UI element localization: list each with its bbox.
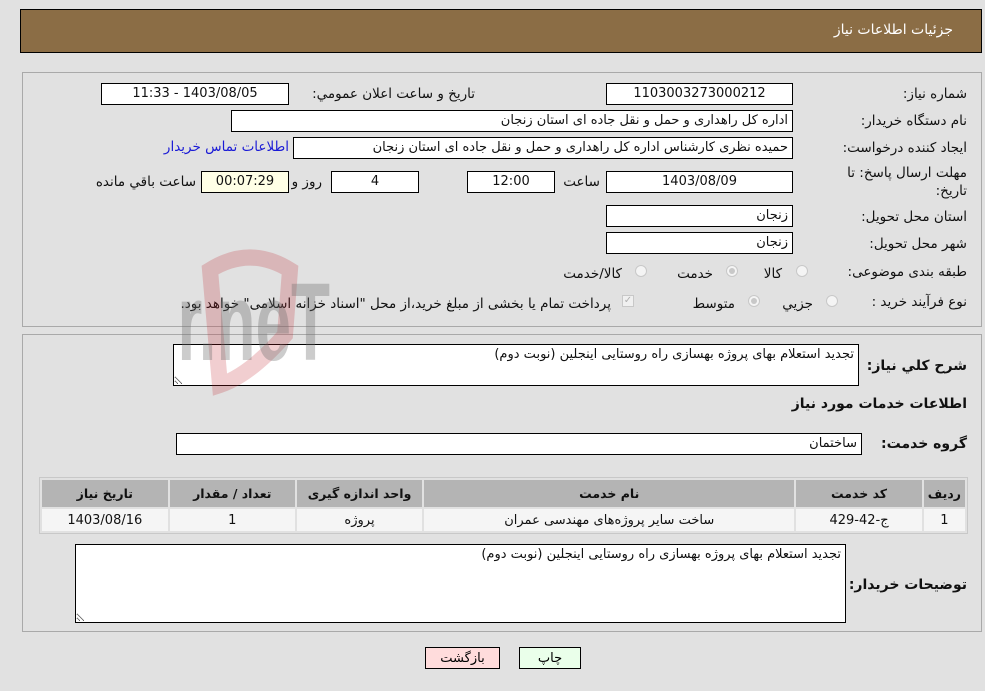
delivery-city-field[interactable]: زنجان <box>606 232 793 254</box>
need-number-field[interactable]: 1103003273000212 <box>606 83 793 105</box>
buyer-org-field[interactable]: اداره کل راهداری و حمل و نقل جاده ای است… <box>231 110 793 132</box>
buyer-notes-label: توضیحات خریدار: <box>848 577 967 593</box>
deadline-time-field[interactable]: 12:00 <box>467 171 555 193</box>
description-label: شرح کلي نیاز: <box>866 358 967 374</box>
process-radio-medium[interactable] <box>748 295 760 307</box>
service-group-label: گروه خدمت: <box>881 436 967 452</box>
time-remaining-label: ساعت باقي مانده <box>95 174 196 190</box>
process-option-medium: متوسط <box>692 296 735 312</box>
announce-datetime-field[interactable]: 1403/08/05 - 11:33 <box>101 83 289 105</box>
buyer-org-label: نام دستگاه خریدار: <box>860 113 967 129</box>
deadline-label: مهلت ارسال پاسخ: تا تاریخ: <box>847 165 967 199</box>
treasury-checkbox-label: پرداخت تمام یا بخشی از مبلغ خرید،از محل … <box>180 296 611 312</box>
announce-datetime-label: تاریخ و ساعت اعلان عمومي: <box>312 86 475 102</box>
purchase-process-label: نوع فرآیند خرید : <box>871 294 967 310</box>
page-header: جزئیات اطلاعات نیاز <box>20 9 982 53</box>
buyer-contact-link[interactable]: اطلاعات تماس خریدار <box>164 139 289 155</box>
cell-unit: پروژه <box>296 509 423 531</box>
deadline-date-field[interactable]: 1403/08/09 <box>606 171 793 193</box>
col-quantity: تعداد / مقدار <box>169 480 295 507</box>
cell-service-name: ساخت سایر پروژه‌های مهندسی عمران <box>424 509 795 531</box>
requester-field[interactable]: حمیده نظری کارشناس اداره کل راهداری و حم… <box>293 137 793 159</box>
process-radio-minor[interactable] <box>826 295 838 307</box>
process-option-minor: جزيي <box>782 296 813 312</box>
category-option-goods-service: کالا/خدمت <box>563 266 622 282</box>
back-button[interactable]: بازگشت <box>425 647 500 669</box>
page-title: جزئیات اطلاعات نیاز <box>833 22 953 38</box>
days-label: روز و <box>291 174 322 190</box>
service-group-field[interactable]: ساختمان <box>176 433 862 455</box>
time-remaining-field: 00:07:29 <box>201 171 289 193</box>
delivery-province-field[interactable]: زنجان <box>606 205 793 227</box>
cell-row-number: 1 <box>923 509 965 531</box>
need-number-label: شماره نیاز: <box>902 86 967 102</box>
delivery-province-label: استان محل تحویل: <box>861 209 967 225</box>
days-remaining-field: 4 <box>331 171 419 193</box>
services-table: ردیف کد خدمت نام خدمت واحد اندازه گیری ت… <box>39 477 968 534</box>
category-option-goods: کالا <box>763 266 782 282</box>
requester-label: ایجاد کننده درخواست: <box>842 140 967 156</box>
category-radio-goods[interactable] <box>796 265 808 277</box>
services-section-title: اطلاعات خدمات مورد نیاز <box>791 396 967 412</box>
cell-quantity: 1 <box>169 509 295 531</box>
category-label: طبقه بندی موضوعی: <box>847 264 967 280</box>
col-unit: واحد اندازه گیری <box>296 480 423 507</box>
cell-service-code: ج-42-429 <box>796 509 922 531</box>
table-row: 1 ج-42-429 ساخت سایر پروژه‌های مهندسی عم… <box>42 509 965 531</box>
buyer-notes-textarea[interactable] <box>75 544 846 623</box>
delivery-city-label: شهر محل تحویل: <box>869 236 967 252</box>
cell-need-date: 1403/08/16 <box>42 509 168 531</box>
services-table-header: ردیف کد خدمت نام خدمت واحد اندازه گیری ت… <box>42 480 965 507</box>
deadline-time-label: ساعت <box>563 174 600 190</box>
col-row-number: ردیف <box>923 480 965 507</box>
description-textarea[interactable] <box>173 344 859 386</box>
col-service-name: نام خدمت <box>424 480 795 507</box>
print-button[interactable]: چاپ <box>519 647 581 669</box>
category-radio-goods-service[interactable] <box>635 265 647 277</box>
col-service-code: کد خدمت <box>796 480 922 507</box>
col-need-date: تاریخ نیاز <box>42 480 168 507</box>
category-radio-service[interactable] <box>726 265 738 277</box>
category-option-service: خدمت <box>677 266 713 282</box>
treasury-checkbox[interactable]: ✓ <box>622 295 634 307</box>
